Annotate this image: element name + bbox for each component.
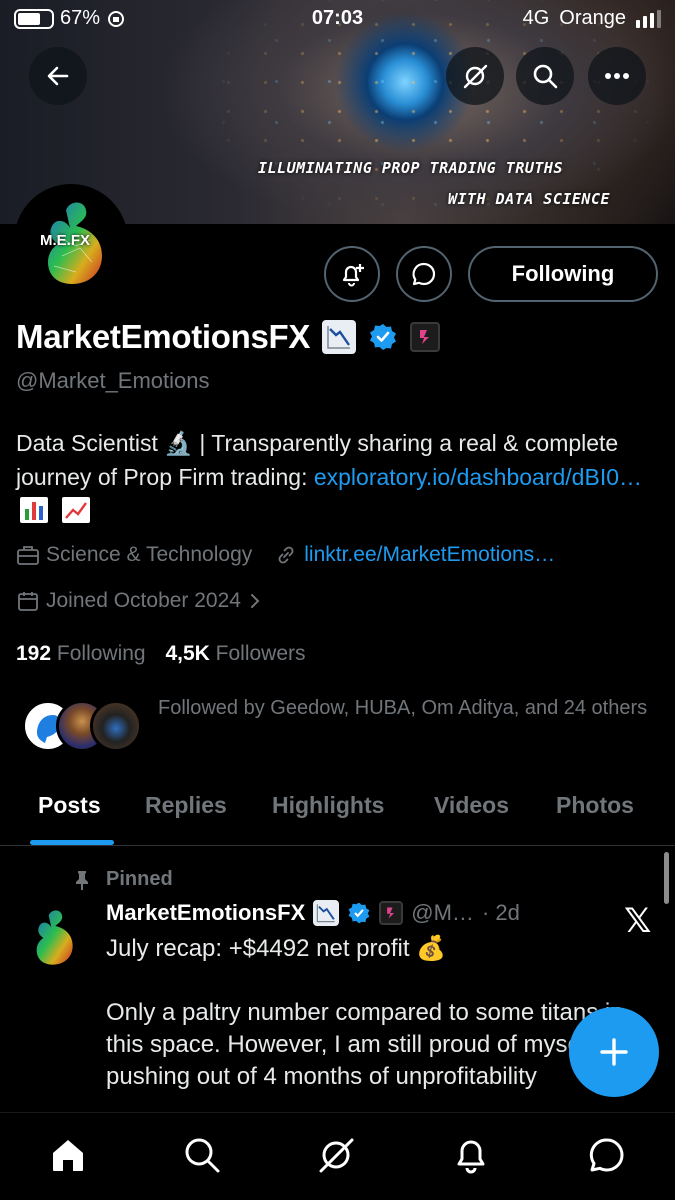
grok-icon bbox=[463, 64, 488, 89]
profile-category: Science & Technology bbox=[46, 543, 253, 566]
carrier-name: Orange bbox=[559, 7, 626, 29]
tab-replies[interactable]: Replies bbox=[145, 792, 227, 819]
nav-home[interactable] bbox=[46, 1133, 90, 1177]
post-author-avatar[interactable] bbox=[22, 906, 86, 970]
search-button[interactable] bbox=[516, 47, 574, 105]
name-row: MarketEmotionsFX bbox=[16, 318, 441, 356]
search-icon bbox=[185, 1138, 220, 1173]
scrollbar[interactable] bbox=[664, 852, 669, 904]
pin-icon bbox=[76, 870, 88, 890]
bottom-navigation bbox=[0, 1112, 675, 1200]
followers-count-link[interactable]: 4,5K Followers bbox=[165, 642, 305, 665]
arrow-left-icon bbox=[47, 66, 69, 86]
avatar-label: M.E.FX bbox=[40, 232, 91, 249]
nav-notifications[interactable] bbox=[449, 1133, 493, 1177]
network-type: 4G bbox=[522, 7, 550, 29]
follower-avatar bbox=[90, 700, 142, 752]
followed-by-avatars[interactable] bbox=[22, 700, 142, 752]
post-header: MarketEmotionsFX @M… · 2d bbox=[106, 900, 520, 926]
affiliate-badge-icon bbox=[410, 322, 441, 352]
verified-badge-icon bbox=[348, 902, 370, 924]
tab-photos[interactable]: Photos bbox=[556, 792, 634, 819]
more-dots-icon bbox=[605, 73, 629, 79]
tab-posts[interactable]: Posts bbox=[38, 792, 101, 819]
grok-button[interactable] bbox=[446, 47, 504, 105]
grok-icon bbox=[319, 1138, 354, 1173]
profile-meta-row: Science & Technology linktr.ee/MarketEmo… bbox=[16, 543, 555, 567]
profile-handle: @Market_Emotions bbox=[16, 368, 210, 393]
back-button[interactable] bbox=[29, 47, 87, 105]
banner-tagline: ILLUMINATING PROP TRADING TRUTHS WITH DA… bbox=[258, 159, 611, 208]
affiliate-badge-icon bbox=[379, 901, 404, 925]
joined-row[interactable]: Joined October 2024 bbox=[16, 589, 263, 613]
post-author-name[interactable]: MarketEmotionsFX bbox=[106, 900, 305, 926]
profile-avatar[interactable]: M.E.FX bbox=[14, 184, 128, 298]
pinned-text: Pinned bbox=[106, 868, 173, 890]
chart-increasing-emoji bbox=[62, 497, 91, 523]
post-line: July recap: +$4492 net profit 💰 bbox=[106, 935, 447, 962]
nav-search[interactable] bbox=[180, 1133, 224, 1177]
chevron-right-icon bbox=[250, 594, 260, 608]
tab-videos[interactable]: Videos bbox=[434, 792, 509, 819]
bell-plus-icon bbox=[342, 264, 364, 287]
post-paragraph: Only a paltry number compared to some ti… bbox=[106, 999, 628, 1090]
pinned-label-row: Pinned bbox=[72, 868, 173, 891]
profile-bio: Data Scientist 🔬 | Transparently sharing… bbox=[16, 426, 656, 528]
post-text[interactable]: July recap: +$4492 net profit 💰 Only a p… bbox=[106, 933, 646, 1113]
calendar-icon bbox=[18, 592, 38, 611]
display-name: MarketEmotionsFX bbox=[16, 318, 311, 355]
compose-post-button[interactable] bbox=[569, 1007, 659, 1097]
profile-website-link[interactable]: linktr.ee/MarketEmotions… bbox=[304, 543, 555, 567]
link-icon bbox=[278, 546, 294, 564]
nav-grok[interactable] bbox=[314, 1133, 358, 1177]
followed-by-text: Followed by Geedow, HUBA, Om Aditya, and… bbox=[158, 697, 648, 719]
status-bar: 67% 07:03 4G Orange bbox=[0, 0, 675, 38]
briefcase-icon bbox=[17, 546, 39, 565]
more-options-button[interactable] bbox=[588, 47, 646, 105]
notifications-subscribe-button[interactable] bbox=[324, 246, 380, 302]
post-time: · 2d bbox=[481, 900, 520, 925]
message-button[interactable] bbox=[396, 246, 452, 302]
active-tab-indicator bbox=[30, 840, 114, 845]
following-count-link[interactable]: 192 Following bbox=[16, 642, 146, 665]
chart-decreasing-emoji bbox=[322, 320, 357, 354]
joined-date: Joined October 2024 bbox=[46, 589, 241, 612]
nav-messages[interactable] bbox=[585, 1133, 629, 1177]
profile-tabs: Posts Replies Highlights Videos Photos bbox=[0, 782, 675, 846]
following-button[interactable]: Following bbox=[468, 246, 658, 302]
search-icon bbox=[533, 64, 558, 89]
plus-icon bbox=[600, 1038, 628, 1066]
home-icon bbox=[53, 1140, 83, 1171]
chart-decreasing-emoji bbox=[313, 900, 340, 926]
chat-bubble-icon bbox=[589, 1138, 624, 1172]
post-author-handle: @M… bbox=[411, 900, 474, 925]
signal-icon bbox=[636, 9, 661, 28]
bio-link[interactable]: exploratory.io/dashboard/dBI0… bbox=[314, 464, 642, 490]
rabbit-logo bbox=[36, 910, 73, 965]
tab-highlights[interactable]: Highlights bbox=[272, 792, 384, 819]
chat-bubble-icon bbox=[412, 262, 436, 286]
bar-chart-emoji bbox=[20, 497, 48, 523]
follow-counts: 192 Following 4,5K Followers bbox=[16, 642, 306, 666]
verified-badge-icon bbox=[370, 324, 397, 350]
bell-icon bbox=[457, 1140, 485, 1174]
